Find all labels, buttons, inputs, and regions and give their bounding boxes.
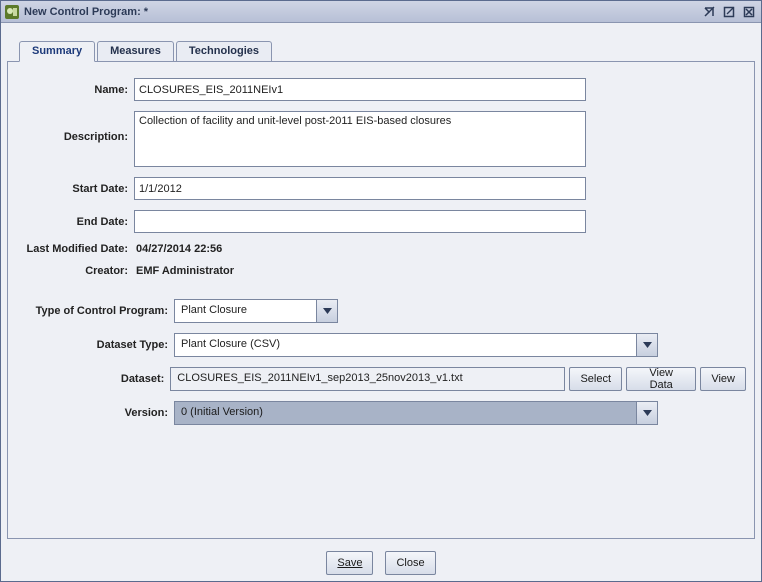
dataset-type-dropdown-button[interactable] [636,334,657,356]
dataset-type-combobox[interactable]: Plant Closure (CSV) [174,333,658,357]
description-textarea[interactable]: Collection of facility and unit-level po… [134,111,586,167]
last-mod-value: 04/27/2014 22:56 [134,243,222,255]
start-date-input[interactable] [134,177,586,200]
version-value: 0 (Initial Version) [175,402,636,424]
end-date-label: End Date: [16,216,134,228]
start-date-label: Start Date: [16,183,134,195]
close-button[interactable]: Close [385,551,435,575]
version-dropdown-button[interactable] [636,402,657,424]
creator-label: Creator: [16,265,134,277]
name-input[interactable] [134,78,586,101]
view-data-button[interactable]: View Data [626,367,696,391]
dataset-type-value: Plant Closure (CSV) [175,334,636,356]
row-description: Description: Collection of facility and … [16,111,746,167]
end-date-input[interactable] [134,210,586,233]
window-body: Summary Measures Technologies Name: Desc… [1,23,761,581]
close-icon[interactable] [740,4,758,20]
name-label: Name: [16,84,134,96]
description-label: Description: [16,111,134,143]
creator-value: EMF Administrator [134,265,234,277]
window-title: New Control Program: * [24,6,698,18]
version-combobox[interactable]: 0 (Initial Version) [174,401,658,425]
type-combobox[interactable]: Plant Closure [174,299,338,323]
tab-technologies[interactable]: Technologies [176,41,272,61]
row-dataset-type: Dataset Type: Plant Closure (CSV) [16,333,746,357]
row-version: Version: 0 (Initial Version) [16,401,746,425]
dataset-value: CLOSURES_EIS_2011NEIv1_sep2013_25nov2013… [170,367,565,391]
type-value: Plant Closure [175,300,316,322]
row-name: Name: [16,78,746,101]
row-last-modified: Last Modified Date: 04/27/2014 22:56 [16,243,746,255]
tab-measures[interactable]: Measures [97,41,174,61]
dataset-control-group: CLOSURES_EIS_2011NEIv1_sep2013_25nov2013… [170,367,746,391]
footer: Save Close [7,539,755,575]
minimize-all-icon[interactable] [700,4,718,20]
tab-content: Name: Description: Collection of facilit… [7,61,755,539]
type-label: Type of Control Program: [16,305,174,317]
row-end-date: End Date: [16,210,746,233]
row-creator: Creator: EMF Administrator [16,265,746,277]
type-dropdown-button[interactable] [316,300,337,322]
view-button[interactable]: View [700,367,746,391]
row-dataset: Dataset: CLOSURES_EIS_2011NEIv1_sep2013_… [16,367,746,391]
row-type: Type of Control Program: Plant Closure [16,299,746,323]
save-button[interactable]: Save [326,551,373,575]
save-button-label: Save [337,557,362,569]
row-start-date: Start Date: [16,177,746,200]
select-button[interactable]: Select [569,367,622,391]
tabbar: Summary Measures Technologies [19,41,755,61]
control-program-window: New Control Program: * Summary Measures … [0,0,762,582]
titlebar: New Control Program: * [1,1,761,23]
dataset-type-label: Dataset Type: [16,339,174,351]
tab-summary[interactable]: Summary [19,41,95,62]
maximize-icon[interactable] [720,4,738,20]
last-mod-label: Last Modified Date: [16,243,134,255]
app-icon [4,4,20,20]
version-label: Version: [16,407,174,419]
dataset-label: Dataset: [16,373,170,385]
